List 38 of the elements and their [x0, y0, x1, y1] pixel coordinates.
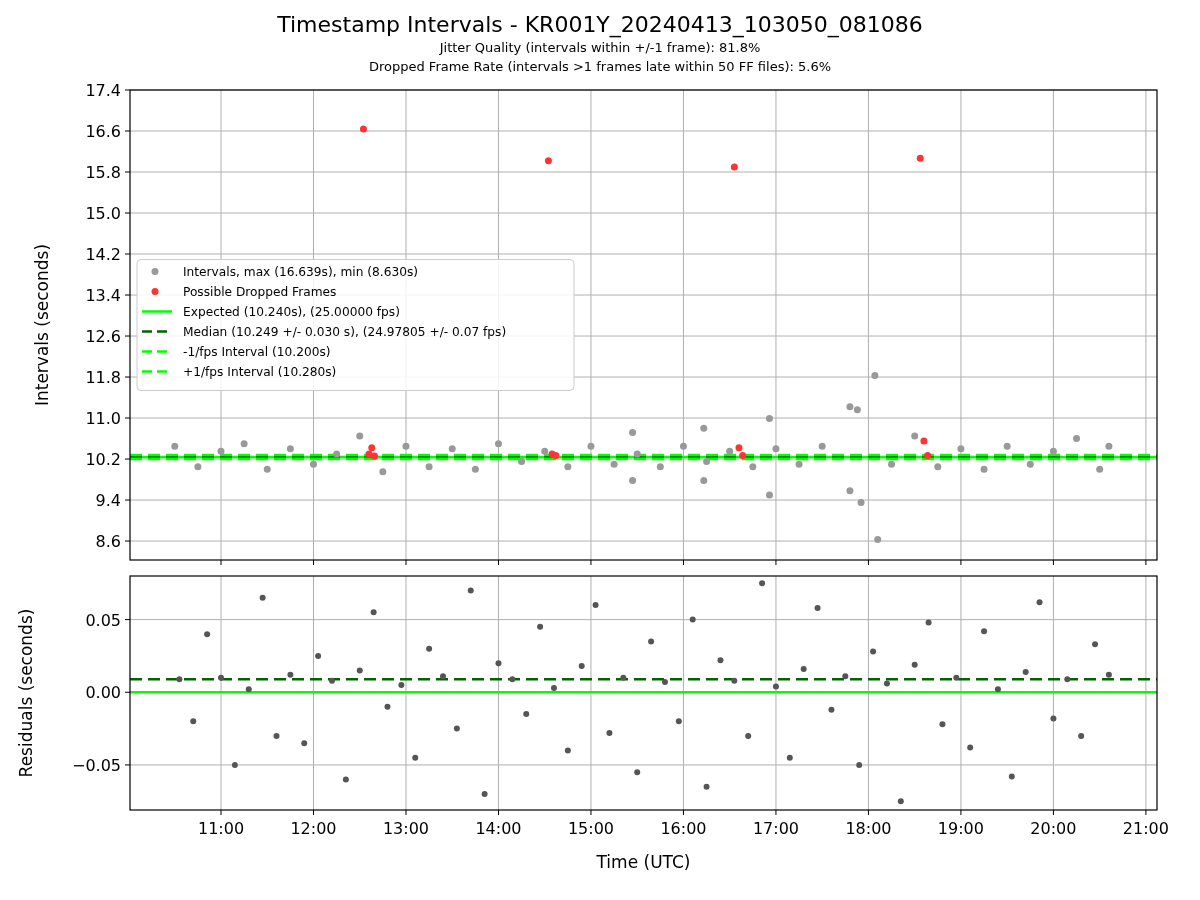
y-tick-label: 15.0 — [85, 204, 121, 223]
y-tick-label: 13.4 — [85, 286, 121, 305]
y-tick-label: 17.4 — [85, 81, 121, 100]
legend-label: Median (10.249 +/- 0.030 s), (24.97805 +/- 0.07 fps) — [183, 325, 507, 339]
legend-label: +1/fps Interval (10.280s) — [183, 365, 337, 379]
legend-label: Intervals, max (16.639s), min (8.630s) — [183, 265, 419, 279]
y-tick-label: 10.2 — [85, 450, 121, 470]
x-axis-label: Time (UTC) — [596, 852, 691, 872]
y-tick-label: 12.6 — [85, 327, 121, 346]
x-tick-label: 20:00 — [1030, 819, 1077, 838]
x-tick-label: 11:00 — [197, 819, 245, 838]
y-tick-label: −0.05 — [71, 755, 121, 775]
y-tick-label: 8.6 — [95, 532, 121, 552]
y-tick-label: 0.00 — [85, 683, 121, 703]
y-tick-label: 11.0 — [85, 409, 121, 429]
x-tick-label: 17:00 — [752, 819, 799, 838]
y-axis-label: Residuals (seconds) — [16, 608, 36, 778]
y-tick-label: 14.2 — [85, 245, 121, 264]
legend-label: Expected (10.240s), (25.00000 fps) — [183, 305, 400, 319]
y-tick-label: 0.05 — [85, 610, 121, 630]
y-tick-label: 9.4 — [95, 491, 121, 511]
chart-subtitle: Jitter Quality (intervals within +/-1 frame): 81.8% — [439, 39, 761, 57]
x-tick-label: 13:00 — [382, 819, 430, 838]
chart-subtitle: Dropped Frame Rate (intervals >1 frames late within 50 FF files): 5.6% — [368, 58, 832, 76]
x-tick-label: 18:00 — [845, 819, 892, 838]
x-tick-label: 14:00 — [475, 819, 522, 838]
x-tick-label: 21:00 — [1122, 819, 1169, 838]
x-tick-label: 19:00 — [937, 819, 984, 838]
y-tick-label: 11.8 — [85, 368, 121, 387]
x-tick-label: 15:00 — [567, 819, 614, 838]
y-axis-label: Intervals (seconds) — [32, 243, 52, 407]
y-tick-label: 15.8 — [85, 163, 121, 182]
chart-title: Timestamp Intervals - KR001Y_20240413_103050_081086 — [277, 12, 923, 38]
x-tick-label: 12:00 — [290, 819, 337, 838]
y-tick-label: 16.6 — [85, 122, 121, 141]
x-tick-label: 16:00 — [660, 819, 707, 838]
legend-label: Possible Dropped Frames — [183, 285, 337, 299]
legend-label: -1/fps Interval (10.200s) — [183, 345, 331, 359]
